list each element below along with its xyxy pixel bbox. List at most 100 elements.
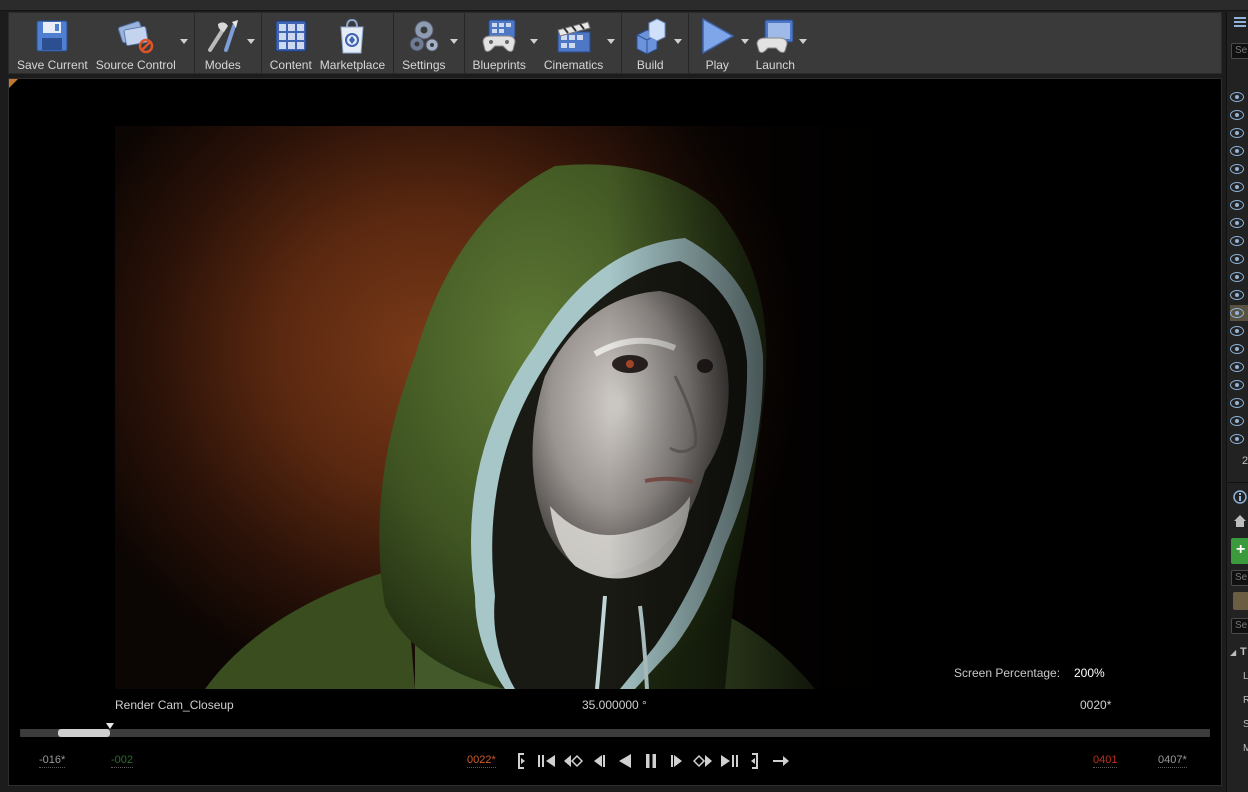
cinematics-label: Cinematics (543, 58, 604, 72)
content-button[interactable]: Content (266, 13, 316, 73)
bracket-right-icon (751, 753, 758, 769)
details-tab-icon[interactable] (1233, 490, 1247, 504)
current-time[interactable]: 0022* (467, 754, 496, 768)
eye-icon (1230, 128, 1244, 138)
visibility-toggle[interactable] (1230, 89, 1248, 105)
visibility-toggle[interactable] (1230, 413, 1248, 429)
visibility-toggle[interactable] (1230, 287, 1248, 303)
toolbar-group-build: Build (622, 13, 690, 73)
visibility-toggle-selected[interactable] (1230, 305, 1248, 321)
blueprints-label: Blueprints (472, 58, 526, 72)
eye-icon (1230, 308, 1244, 318)
launch-button[interactable]: Launch (751, 13, 809, 73)
skip-forward-icon (721, 755, 738, 767)
chevron-down-icon[interactable] (674, 39, 683, 44)
component-thumbnail[interactable] (1233, 592, 1248, 610)
cinematics-button[interactable]: Cinematics (540, 13, 617, 73)
visibility-toggle[interactable] (1230, 395, 1248, 411)
timeline-playback-range[interactable] (58, 729, 111, 737)
actor-count: 2 (1242, 455, 1248, 467)
visibility-toggle[interactable] (1230, 269, 1248, 285)
visibility-toggle[interactable] (1230, 377, 1248, 393)
eye-icon (1230, 362, 1244, 372)
toolbar-group-file: Save Current Source Control (9, 13, 195, 73)
settings-button[interactable]: Settings (398, 13, 459, 73)
source-control-label: Source Control (95, 58, 176, 72)
step-forward-button[interactable] (666, 751, 688, 771)
build-button[interactable]: Build (626, 13, 684, 73)
visibility-toggle[interactable] (1230, 161, 1248, 177)
property-row-mobility[interactable]: M (1243, 743, 1248, 754)
visibility-toggle[interactable] (1230, 251, 1248, 267)
playback-in-time[interactable]: -002 (111, 754, 134, 768)
chevron-down-icon[interactable] (246, 39, 255, 44)
eye-icon (1230, 344, 1244, 354)
chevron-down-icon[interactable] (607, 39, 616, 44)
visibility-toggle[interactable] (1230, 431, 1248, 447)
set-end-button[interactable] (744, 751, 766, 771)
eye-icon (1230, 326, 1244, 336)
play-button[interactable]: Play (693, 13, 751, 73)
previous-key-button[interactable] (562, 751, 584, 771)
eye-icon (1230, 110, 1244, 120)
visibility-toggle[interactable] (1230, 233, 1248, 249)
step-back-button[interactable] (588, 751, 610, 771)
source-control-button[interactable]: Source Control (92, 13, 190, 73)
loop-mode-button[interactable] (770, 751, 792, 771)
property-search-input[interactable]: Se (1231, 618, 1248, 634)
chevron-down-icon[interactable] (449, 39, 458, 44)
chevron-down-icon[interactable] (179, 39, 188, 44)
eye-icon (1230, 164, 1244, 174)
outliner-tab-icon[interactable] (1233, 15, 1247, 29)
jump-to-end-button[interactable] (718, 751, 740, 771)
visibility-toggle[interactable] (1230, 215, 1248, 231)
set-start-button[interactable] (510, 751, 532, 771)
home-icon[interactable] (1233, 514, 1247, 528)
chevron-down-icon[interactable] (529, 39, 538, 44)
marketplace-button[interactable]: Marketplace (316, 13, 389, 73)
visibility-toggle[interactable] (1230, 125, 1248, 141)
current-frame-readout: 0020* (1080, 698, 1112, 712)
chevron-down-icon[interactable] (799, 39, 808, 44)
property-row-rotation[interactable]: R (1243, 695, 1248, 706)
visibility-toggle[interactable] (1230, 359, 1248, 375)
arrow-right-icon (773, 756, 789, 766)
settings-label: Settings (402, 58, 446, 72)
visibility-toggle[interactable] (1230, 197, 1248, 213)
play-reverse-button[interactable] (614, 751, 636, 771)
save-icon (32, 16, 72, 56)
visibility-toggle[interactable] (1230, 107, 1248, 123)
camera-name: Render Cam_Closeup (115, 698, 234, 712)
skip-back-icon (538, 755, 555, 767)
playhead-marker[interactable] (106, 723, 115, 729)
save-current-button[interactable]: Save Current (13, 13, 92, 73)
pause-button[interactable] (640, 751, 662, 771)
collapse-arrow-icon[interactable]: ◢ (1230, 648, 1236, 657)
visibility-toggle[interactable] (1230, 143, 1248, 159)
vignette-overlay (609, 126, 939, 689)
blueprints-button[interactable]: Blueprints (469, 13, 540, 73)
next-key-icon (693, 754, 712, 768)
details-search-input[interactable]: Se (1231, 570, 1248, 586)
step-back-icon (594, 755, 605, 767)
chevron-down-icon[interactable] (741, 39, 750, 44)
add-component-button[interactable]: + (1231, 538, 1248, 564)
visibility-toggle[interactable] (1230, 179, 1248, 195)
unreal-editor-window: Save Current Source Control Modes Conten… (0, 0, 1248, 792)
cinematics-icon (554, 16, 594, 56)
playback-out-time[interactable]: 0401 (1093, 754, 1118, 768)
next-key-button[interactable] (692, 751, 714, 771)
visibility-toggle[interactable] (1230, 341, 1248, 357)
property-row-scale[interactable]: S (1243, 719, 1248, 730)
visibility-toggle[interactable] (1230, 323, 1248, 339)
jump-to-start-button[interactable] (536, 751, 558, 771)
modes-button[interactable]: Modes (199, 13, 257, 73)
view-end-time[interactable]: 0407* (1158, 754, 1187, 768)
transform-section-header[interactable]: T (1240, 646, 1247, 658)
eye-icon (1230, 272, 1244, 282)
property-row-location[interactable]: L (1243, 671, 1248, 682)
timeline-scrubber[interactable] (20, 723, 1210, 737)
view-start-time[interactable]: -016* (39, 754, 66, 768)
outliner-search-input[interactable]: Se (1231, 43, 1248, 59)
cinematic-viewport[interactable]: Screen Percentage: 200% Render Cam_Close… (8, 78, 1222, 786)
